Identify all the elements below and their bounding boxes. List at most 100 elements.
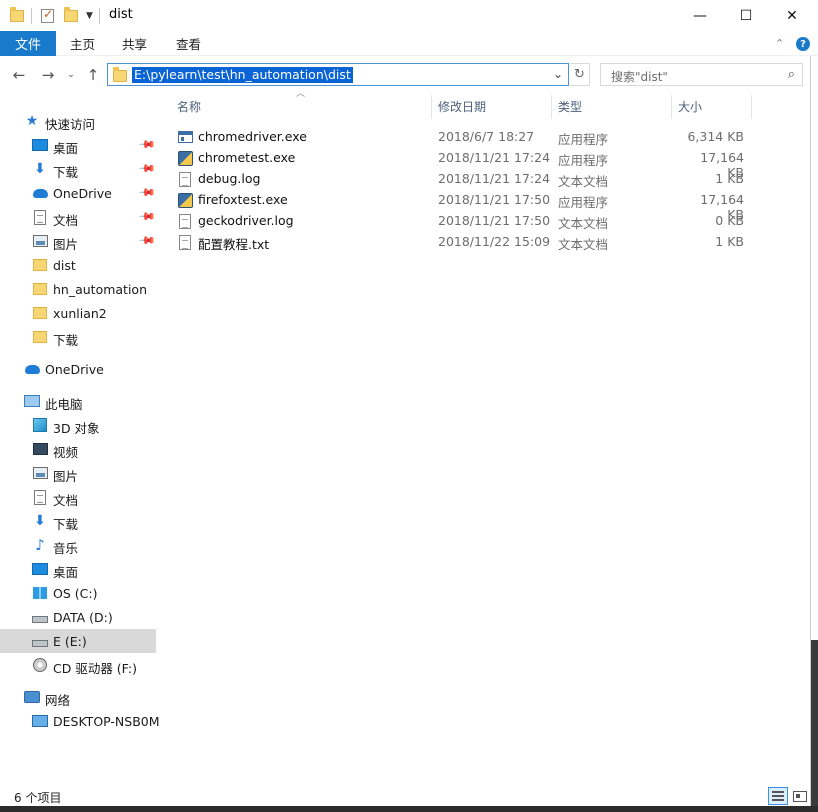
column-header-name[interactable]: 名称 bbox=[177, 95, 201, 117]
file-type: 文本文档 bbox=[558, 216, 609, 231]
column-header-type[interactable]: 类型 bbox=[558, 95, 582, 117]
videos-icon bbox=[32, 441, 48, 457]
nav-item-xunlian2[interactable]: xunlian2 bbox=[0, 301, 156, 325]
details-view-button[interactable] bbox=[768, 787, 788, 805]
nav-label: 此电脑 bbox=[45, 397, 83, 412]
nav-item-downloads-folder[interactable]: 下载 bbox=[0, 325, 156, 349]
nav-item-desktop[interactable]: 桌面 📌 bbox=[0, 133, 156, 157]
nav-item-downloads[interactable]: ⬇ 下载 📌 bbox=[0, 157, 156, 181]
nav-item-drive-c[interactable]: OS (C:) bbox=[0, 581, 156, 605]
tab-file[interactable]: 文件 bbox=[0, 31, 56, 56]
pin-icon: 📌 bbox=[137, 159, 157, 178]
desktop-background bbox=[0, 806, 818, 812]
column-divider[interactable] bbox=[551, 95, 552, 119]
file-name: debug.log bbox=[198, 171, 261, 186]
search-placeholder: 搜索"dist" bbox=[611, 70, 668, 84]
file-type: 文本文档 bbox=[558, 237, 609, 252]
forward-arrow-icon[interactable]: → bbox=[38, 65, 58, 85]
file-date: 2018/11/22 15:09 bbox=[438, 234, 551, 249]
nav-item-drive-d[interactable]: DATA (D:) bbox=[0, 605, 156, 629]
column-divider[interactable] bbox=[751, 95, 752, 119]
refresh-button[interactable]: ↻ bbox=[570, 63, 590, 86]
nav-label: OneDrive bbox=[53, 186, 112, 201]
pin-icon: 📌 bbox=[137, 183, 157, 202]
nav-item-music[interactable]: ♪ 音乐 bbox=[0, 533, 156, 557]
nav-label: E (E:) bbox=[53, 634, 87, 649]
folder-icon bbox=[10, 6, 24, 26]
nav-item-drive-f[interactable]: CD 驱动器 (F:) bbox=[0, 653, 156, 677]
column-header-date[interactable]: 修改日期 bbox=[438, 95, 486, 117]
nav-item-pc-downloads[interactable]: ⬇ 下载 bbox=[0, 509, 156, 533]
desktop-icon bbox=[32, 561, 48, 577]
tab-share[interactable]: 共享 bbox=[122, 31, 147, 56]
folder-icon bbox=[32, 281, 48, 297]
file-row[interactable]: 配置教程.txt 2018/11/22 15:09 文本文档 1 KB bbox=[175, 231, 755, 252]
search-input[interactable]: 搜索"dist" ⌕ bbox=[600, 63, 803, 86]
column-divider[interactable] bbox=[431, 95, 432, 119]
python-exe-icon bbox=[177, 192, 193, 208]
file-date: 2018/11/21 17:24 bbox=[438, 171, 551, 186]
drive-icon bbox=[32, 609, 48, 625]
nav-item-pc-desktop[interactable]: 桌面 bbox=[0, 557, 156, 581]
collapse-ribbon-icon[interactable]: ⌃ bbox=[775, 37, 784, 50]
nav-item-pc-pictures[interactable]: 图片 bbox=[0, 461, 156, 485]
large-icons-view-icon bbox=[793, 790, 807, 802]
nav-item-hn-automation[interactable]: hn_automation bbox=[0, 277, 156, 301]
up-arrow-icon[interactable]: ↑ bbox=[84, 65, 102, 85]
toolbar-separator bbox=[99, 8, 100, 24]
nav-item-3d-objects[interactable]: 3D 对象 bbox=[0, 413, 156, 437]
folder-icon bbox=[32, 257, 48, 273]
file-date: 2018/11/21 17:24 bbox=[438, 150, 551, 165]
text-file-icon bbox=[177, 213, 193, 229]
nav-label: DESKTOP-NSB0M bbox=[53, 714, 160, 729]
file-row[interactable]: debug.log 2018/11/21 17:24 文本文档 1 KB bbox=[175, 168, 755, 189]
nav-label: CD 驱动器 (F:) bbox=[53, 661, 137, 676]
column-divider[interactable] bbox=[671, 95, 672, 119]
nav-item-desktop-computer[interactable]: DESKTOP-NSB0M bbox=[0, 709, 160, 733]
column-header-size[interactable]: 大小 bbox=[678, 95, 702, 117]
onedrive-icon bbox=[24, 361, 40, 377]
maximize-button[interactable]: ☐ bbox=[723, 0, 769, 31]
recent-locations-chevron-icon[interactable]: ⌄ bbox=[64, 65, 78, 85]
nav-label: OS (C:) bbox=[53, 586, 98, 601]
nav-quick-access[interactable]: ★ 快速访问 bbox=[0, 109, 156, 133]
minimize-button[interactable]: — bbox=[677, 0, 723, 31]
nav-network[interactable]: 网络 bbox=[0, 685, 156, 709]
tab-home[interactable]: 主页 bbox=[70, 31, 95, 56]
file-type: 应用程序 bbox=[558, 132, 609, 147]
file-row[interactable]: geckodriver.log 2018/11/21 17:50 文本文档 0 … bbox=[175, 210, 755, 231]
file-name: firefoxtest.exe bbox=[198, 192, 288, 207]
file-row[interactable]: chromedriver.exe 2018/6/7 18:27 应用程序 6,3… bbox=[175, 126, 755, 147]
nav-item-pictures[interactable]: 图片 📌 bbox=[0, 229, 156, 253]
nav-onedrive[interactable]: OneDrive bbox=[0, 357, 156, 381]
nav-item-videos[interactable]: 视频 bbox=[0, 437, 156, 461]
back-arrow-icon[interactable]: ← bbox=[9, 65, 29, 85]
new-folder-icon[interactable] bbox=[64, 6, 78, 26]
tab-view[interactable]: 查看 bbox=[176, 31, 201, 56]
computer-icon bbox=[32, 713, 48, 729]
file-name: geckodriver.log bbox=[198, 213, 294, 228]
nav-label: 网络 bbox=[45, 693, 71, 708]
nav-label: 下载 bbox=[53, 333, 79, 348]
file-type: 应用程序 bbox=[558, 153, 609, 168]
file-row[interactable]: chrometest.exe 2018/11/21 17:24 应用程序 17,… bbox=[175, 147, 755, 180]
nav-item-pc-documents[interactable]: 文档 bbox=[0, 485, 156, 509]
address-bar[interactable]: E:\pylearn\test\hn_automation\dist ⌄ bbox=[107, 63, 569, 86]
search-icon[interactable]: ⌕ bbox=[788, 67, 795, 82]
address-dropdown-icon[interactable]: ⌄ bbox=[553, 67, 563, 81]
nav-label: 音乐 bbox=[53, 541, 79, 556]
properties-icon[interactable] bbox=[41, 6, 54, 26]
nav-item-onedrive-quick[interactable]: OneDrive 📌 bbox=[0, 181, 156, 205]
file-row[interactable]: firefoxtest.exe 2018/11/21 17:50 应用程序 17… bbox=[175, 189, 755, 222]
address-path[interactable]: E:\pylearn\test\hn_automation\dist bbox=[132, 67, 353, 83]
nav-item-drive-e[interactable]: E (E:) bbox=[0, 629, 156, 653]
close-button[interactable]: ✕ bbox=[769, 0, 815, 31]
nav-item-documents[interactable]: 文档 📌 bbox=[0, 205, 156, 229]
nav-label: OneDrive bbox=[45, 362, 104, 377]
quick-access-dropdown-icon[interactable]: ▼ bbox=[86, 6, 93, 26]
ribbon-tabs: 文件 主页 共享 查看 ⌃ ? bbox=[0, 31, 818, 56]
large-icons-view-button[interactable] bbox=[790, 787, 810, 805]
nav-item-dist[interactable]: dist bbox=[0, 253, 156, 277]
help-icon[interactable]: ? bbox=[796, 37, 810, 51]
nav-this-pc[interactable]: 此电脑 bbox=[0, 389, 156, 413]
